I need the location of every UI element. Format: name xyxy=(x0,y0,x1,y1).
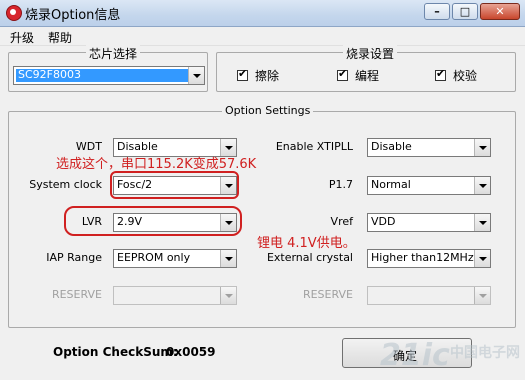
minimize-icon: – xyxy=(434,5,440,18)
annotation-box-clock xyxy=(110,171,239,199)
p17-value: Normal xyxy=(371,178,411,191)
external-crystal-value: Higher than12MHz xyxy=(371,251,474,264)
chip-select-dropdown[interactable]: SC92F8003 xyxy=(13,66,205,85)
wdt-value: Disable xyxy=(117,140,158,153)
annotation-box-lvr xyxy=(64,206,242,236)
vref-dropdown[interactable]: VDD xyxy=(367,213,491,232)
external-crystal-label: External crystal xyxy=(266,251,353,264)
chevron-down-icon[interactable] xyxy=(474,177,490,194)
program-checkbox[interactable]: ✔ xyxy=(337,67,348,81)
enable-xtipll-label: Enable XTIPLL xyxy=(275,140,353,153)
annotation-note-clock: 选成这个，串口115.2K变成57.6K xyxy=(56,157,257,172)
reserve-left-label: RESERVE xyxy=(51,288,102,301)
enable-xtipll-dropdown[interactable]: Disable xyxy=(367,138,491,157)
chevron-down-icon[interactable] xyxy=(188,67,204,84)
maximize-icon: □ xyxy=(459,5,471,18)
menu-item-help[interactable]: 帮助 xyxy=(48,29,72,46)
watermark-logo: 21ic 中国电子网 xyxy=(378,335,523,375)
menu-item-upgrade[interactable]: 升级 xyxy=(10,29,34,46)
reserve-right-dropdown xyxy=(367,286,491,305)
svg-text:中国电子网: 中国电子网 xyxy=(450,344,520,361)
wdt-label: WDT xyxy=(75,140,102,153)
chevron-down-icon[interactable] xyxy=(220,250,236,267)
option-settings-title: Option Settings xyxy=(222,104,314,117)
program-label: 编程 xyxy=(355,69,380,83)
chevron-down-icon[interactable] xyxy=(474,214,490,231)
check-icon: ✔ xyxy=(436,67,446,80)
vref-label: Vref xyxy=(330,215,353,228)
chevron-down-icon xyxy=(474,287,490,304)
verify-checkbox[interactable]: ✔ xyxy=(435,67,446,81)
svg-text:21ic: 21ic xyxy=(380,338,450,373)
chip-select-value: SC92F8003 xyxy=(18,68,81,81)
annotation-note-lvr: 锂电 4.1V供电。 xyxy=(257,236,356,251)
reserve-right-label: RESERVE xyxy=(302,288,353,301)
iap-range-value: EEPROM only xyxy=(117,251,191,264)
close-icon: ✕ xyxy=(495,5,505,18)
vref-value: VDD xyxy=(371,215,396,228)
checksum-value: 0x0059 xyxy=(166,345,216,359)
checksum-label: Option CheckSum: xyxy=(53,345,178,359)
p17-dropdown[interactable]: Normal xyxy=(367,176,491,195)
window-title: 烧录Option信息 xyxy=(25,8,121,23)
chip-select-title: 芯片选择 xyxy=(86,45,141,62)
enable-xtipll-value: Disable xyxy=(371,140,412,153)
check-icon: ✔ xyxy=(238,67,248,80)
app-icon xyxy=(6,5,22,21)
erase-checkbox[interactable]: ✔ xyxy=(237,67,248,81)
close-button[interactable]: ✕ xyxy=(480,3,520,20)
chevron-down-icon xyxy=(220,287,236,304)
verify-label: 校验 xyxy=(453,69,478,83)
p17-label: P1.7 xyxy=(328,178,353,191)
menu-bar xyxy=(0,27,525,46)
reserve-left-dropdown xyxy=(113,286,237,305)
check-icon: ✔ xyxy=(338,67,348,80)
chevron-down-icon[interactable] xyxy=(474,139,490,156)
chevron-down-icon[interactable] xyxy=(474,250,490,267)
iap-range-label: IAP Range xyxy=(46,251,102,264)
maximize-button[interactable]: □ xyxy=(452,3,478,20)
system-clock-label: System clock xyxy=(29,178,102,191)
erase-label: 擦除 xyxy=(255,69,280,83)
external-crystal-dropdown[interactable]: Higher than12MHz xyxy=(367,249,491,268)
minimize-button[interactable]: – xyxy=(424,3,450,20)
burn-settings-title: 烧录设置 xyxy=(343,45,398,62)
iap-range-dropdown[interactable]: EEPROM only xyxy=(113,249,237,268)
